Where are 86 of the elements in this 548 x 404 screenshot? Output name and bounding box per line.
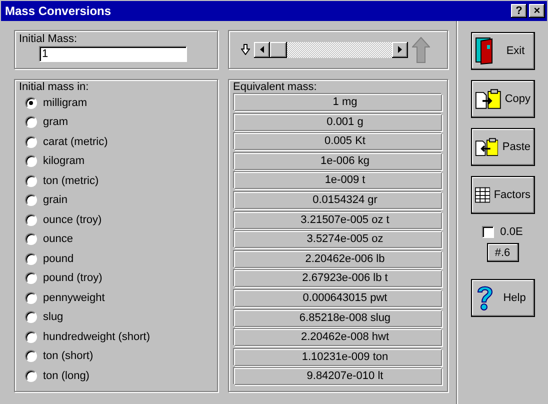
unit-radio[interactable]: carat (metric): [19, 132, 213, 152]
radio-label: kilogram: [43, 155, 85, 168]
radio-icon[interactable]: [25, 330, 37, 343]
unit-radio[interactable]: milligram: [19, 93, 213, 112]
scroll-left-button[interactable]: [254, 42, 270, 58]
title-bar-button[interactable]: ?: [511, 4, 527, 18]
unit-radio[interactable]: grain: [19, 190, 213, 210]
paste-button[interactable]: Paste: [470, 128, 534, 166]
right-arrow-icon: [398, 46, 402, 53]
result-field: 6.85218e-008 slug: [234, 310, 442, 327]
precision-button[interactable]: #.6: [486, 243, 518, 262]
radio-label: ton (long): [43, 370, 90, 382]
unit-radio[interactable]: slug: [19, 308, 213, 327]
unit-radio[interactable]: pound (troy): [19, 268, 213, 288]
radio-label: pound: [43, 252, 74, 265]
radio-label: pound (troy): [43, 272, 102, 284]
unit-radio[interactable]: ton (short): [19, 346, 213, 366]
result-field: 9.84207e-010 lt: [234, 368, 442, 386]
radio-label: gram: [43, 116, 68, 128]
copy-icon: [474, 88, 501, 110]
unit-radio[interactable]: kilogram: [19, 152, 213, 171]
radio-icon[interactable]: [25, 252, 37, 265]
exit-button[interactable]: Exit: [470, 32, 534, 70]
field-label: Initial Mass:: [19, 33, 78, 45]
group-label: Equivalent mass:: [233, 81, 317, 93]
slider-thumb[interactable]: [270, 42, 287, 58]
help-icon: [474, 284, 494, 312]
result-field: 0.0154324 gr: [234, 192, 442, 209]
radio-icon[interactable]: [25, 116, 37, 128]
unit-radio[interactable]: ton (metric): [19, 171, 213, 190]
radio-label: slug: [43, 311, 64, 324]
scroll-right-button[interactable]: [392, 42, 408, 58]
radio-label: hundredweight (short): [43, 330, 150, 343]
unit-radio[interactable]: pound: [19, 249, 213, 268]
window-title: Mass Conversions: [5, 4, 112, 18]
radio-icon[interactable]: [25, 174, 37, 187]
radio-icon[interactable]: [25, 272, 37, 284]
up-arrow-icon: [412, 36, 430, 62]
result-field: 3.5274e-005 oz: [234, 231, 442, 248]
radio-label: milligram: [43, 96, 87, 109]
unit-radio[interactable]: hundredweight (short): [19, 327, 213, 346]
group-label: Initial mass in:: [19, 81, 89, 93]
radio-icon[interactable]: [25, 311, 37, 324]
unit-radio[interactable]: ounce: [19, 230, 213, 249]
radio-icon[interactable]: [25, 96, 37, 109]
checkbox[interactable]: [482, 226, 494, 238]
radio-label: ounce: [43, 233, 73, 246]
down-arrow-icon: [241, 44, 250, 55]
radio-label: carat (metric): [43, 136, 108, 148]
radio-icon[interactable]: [25, 214, 37, 226]
factors-button[interactable]: Factors: [470, 176, 534, 214]
radio-label: grain: [43, 194, 68, 206]
result-field: 2.67923e-006 lb t: [234, 270, 442, 288]
result-field: 1.10231e-009 ton: [234, 348, 442, 366]
result-field: 2.20462e-006 lb: [234, 250, 442, 268]
left-arrow-icon: [260, 46, 264, 53]
radio-label: ounce (troy): [43, 214, 102, 226]
help-button[interactable]: Help: [470, 279, 534, 317]
radio-icon[interactable]: [25, 370, 37, 382]
unit-radio[interactable]: gram: [19, 112, 213, 132]
result-field: 2.20462e-008 hwt: [234, 329, 442, 346]
radio-icon[interactable]: [25, 350, 37, 362]
copy-button[interactable]: Copy: [470, 80, 534, 118]
paste-icon: [474, 136, 498, 158]
result-field: 3.21507e-005 oz t: [234, 212, 442, 229]
result-field: 1e-006 kg: [234, 152, 442, 170]
radio-icon[interactable]: [25, 194, 37, 206]
radio-label: pennyweight: [43, 292, 105, 304]
grid-icon: [474, 186, 490, 204]
radio-icon[interactable]: [25, 233, 37, 246]
unit-radio[interactable]: ton (long): [19, 366, 213, 386]
unit-radio[interactable]: pennyweight: [19, 288, 213, 308]
radio-icon[interactable]: [25, 155, 37, 168]
result-field: 0.000643015 pwt: [234, 290, 442, 307]
result-field: 0.001 g: [234, 114, 442, 131]
unit-radio[interactable]: ounce (troy): [19, 210, 213, 230]
checkbox-label: 0.0E: [500, 226, 523, 238]
mass-input-field[interactable]: 1: [39, 46, 187, 62]
radio-label: ton (short): [43, 350, 94, 362]
radio-icon[interactable]: [25, 292, 37, 304]
result-field: 1e-009 t: [234, 172, 442, 190]
title-bar-button[interactable]: ×: [529, 4, 545, 18]
radio-label: ton (metric): [43, 174, 99, 187]
radio-icon[interactable]: [25, 136, 37, 148]
result-field: 0.005 Kt: [234, 133, 442, 150]
result-field: 1 mg: [234, 94, 442, 111]
